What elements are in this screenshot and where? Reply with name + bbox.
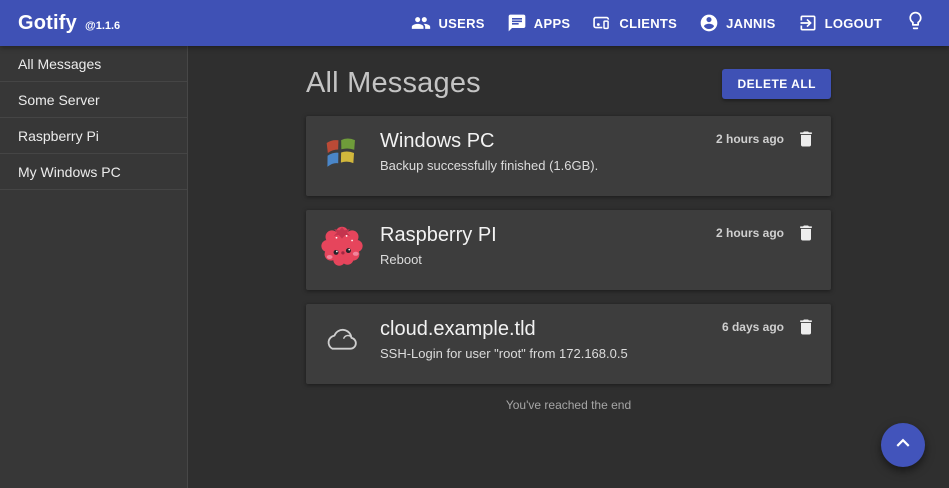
message-timestamp: 6 days ago bbox=[722, 320, 784, 334]
sidebar-item-label: Some Server bbox=[18, 92, 100, 108]
message-title: cloud.example.tld bbox=[380, 318, 722, 341]
message-meta: 6 days ago bbox=[722, 316, 816, 342]
message-meta: 2 hours ago bbox=[716, 128, 816, 154]
message-text: SSH-Login for user "root" from 172.168.0… bbox=[380, 346, 722, 361]
clients-devices-icon bbox=[592, 13, 612, 33]
sidebar-item-all-messages[interactable]: All Messages bbox=[0, 46, 187, 82]
raspberry-icon bbox=[320, 224, 364, 268]
nav-clients-label: CLIENTS bbox=[619, 16, 677, 31]
apps-chat-icon bbox=[507, 13, 527, 33]
page-layout: All Messages Some Server Raspberry Pi My… bbox=[0, 46, 949, 488]
sidebar-item-label: Raspberry Pi bbox=[18, 128, 99, 144]
nav-clients-button[interactable]: CLIENTS bbox=[581, 5, 688, 41]
top-navbar: Gotify @1.1.6 USERS APPS bbox=[0, 0, 949, 46]
users-icon bbox=[411, 13, 431, 33]
sidebar: All Messages Some Server Raspberry Pi My… bbox=[0, 46, 188, 488]
message-title: Windows PC bbox=[380, 130, 716, 153]
message-content: Windows PC Backup successfully finished … bbox=[380, 128, 716, 173]
page-header-row: All Messages DELETE ALL bbox=[306, 67, 831, 100]
brand-name: Gotify bbox=[18, 12, 77, 35]
gotify-app: Gotify @1.1.6 USERS APPS bbox=[0, 0, 949, 488]
delete-message-button[interactable] bbox=[796, 317, 816, 342]
theme-toggle-button[interactable] bbox=[896, 2, 935, 44]
sidebar-item-some-server[interactable]: Some Server bbox=[0, 82, 187, 118]
scroll-to-top-fab[interactable] bbox=[881, 423, 925, 467]
nav-users-label: USERS bbox=[438, 16, 484, 31]
account-circle-icon bbox=[699, 13, 719, 33]
cloud-icon bbox=[320, 318, 364, 362]
page-title: All Messages bbox=[306, 67, 481, 100]
nav-logout-label: LOGOUT bbox=[825, 16, 882, 31]
windows-logo bbox=[320, 130, 364, 174]
sidebar-item-my-windows-pc[interactable]: My Windows PC bbox=[0, 154, 187, 190]
message-content: Raspberry PI Reboot bbox=[380, 222, 716, 267]
nav-users-button[interactable]: USERS bbox=[400, 5, 495, 41]
delete-message-button[interactable] bbox=[796, 223, 816, 248]
message-content: cloud.example.tld SSH-Login for user "ro… bbox=[380, 316, 722, 361]
delete-all-button[interactable]: DELETE ALL bbox=[722, 69, 831, 99]
nav-logout-button[interactable]: LOGOUT bbox=[787, 5, 893, 41]
nav-user-label: JANNIS bbox=[726, 16, 775, 31]
nav-apps-label: APPS bbox=[534, 16, 571, 31]
sidebar-item-label: All Messages bbox=[18, 56, 101, 72]
message-timestamp: 2 hours ago bbox=[716, 132, 784, 146]
content-column: All Messages DELETE ALL bbox=[306, 46, 831, 412]
brand: Gotify @1.1.6 bbox=[18, 12, 120, 35]
delete-message-button[interactable] bbox=[796, 129, 816, 154]
nav-user-button[interactable]: JANNIS bbox=[688, 5, 786, 41]
logout-icon bbox=[798, 13, 818, 33]
message-card: Raspberry PI Reboot 2 hours ago bbox=[306, 210, 831, 290]
end-of-list-text: You've reached the end bbox=[306, 398, 831, 412]
nav-apps-button[interactable]: APPS bbox=[496, 5, 582, 41]
sidebar-item-label: My Windows PC bbox=[18, 164, 121, 180]
brand-version: @1.1.6 bbox=[85, 20, 120, 32]
chevron-up-icon bbox=[890, 430, 916, 461]
main-content: All Messages DELETE ALL bbox=[188, 46, 949, 488]
message-card: Windows PC Backup successfully finished … bbox=[306, 116, 831, 196]
sidebar-item-raspberry-pi[interactable]: Raspberry Pi bbox=[0, 118, 187, 154]
message-meta: 2 hours ago bbox=[716, 222, 816, 248]
message-text: Reboot bbox=[380, 252, 716, 267]
message-text: Backup successfully finished (1.6GB). bbox=[380, 158, 716, 173]
message-card: cloud.example.tld SSH-Login for user "ro… bbox=[306, 304, 831, 384]
message-timestamp: 2 hours ago bbox=[716, 226, 784, 240]
message-title: Raspberry PI bbox=[380, 224, 716, 247]
lightbulb-icon bbox=[905, 18, 926, 35]
